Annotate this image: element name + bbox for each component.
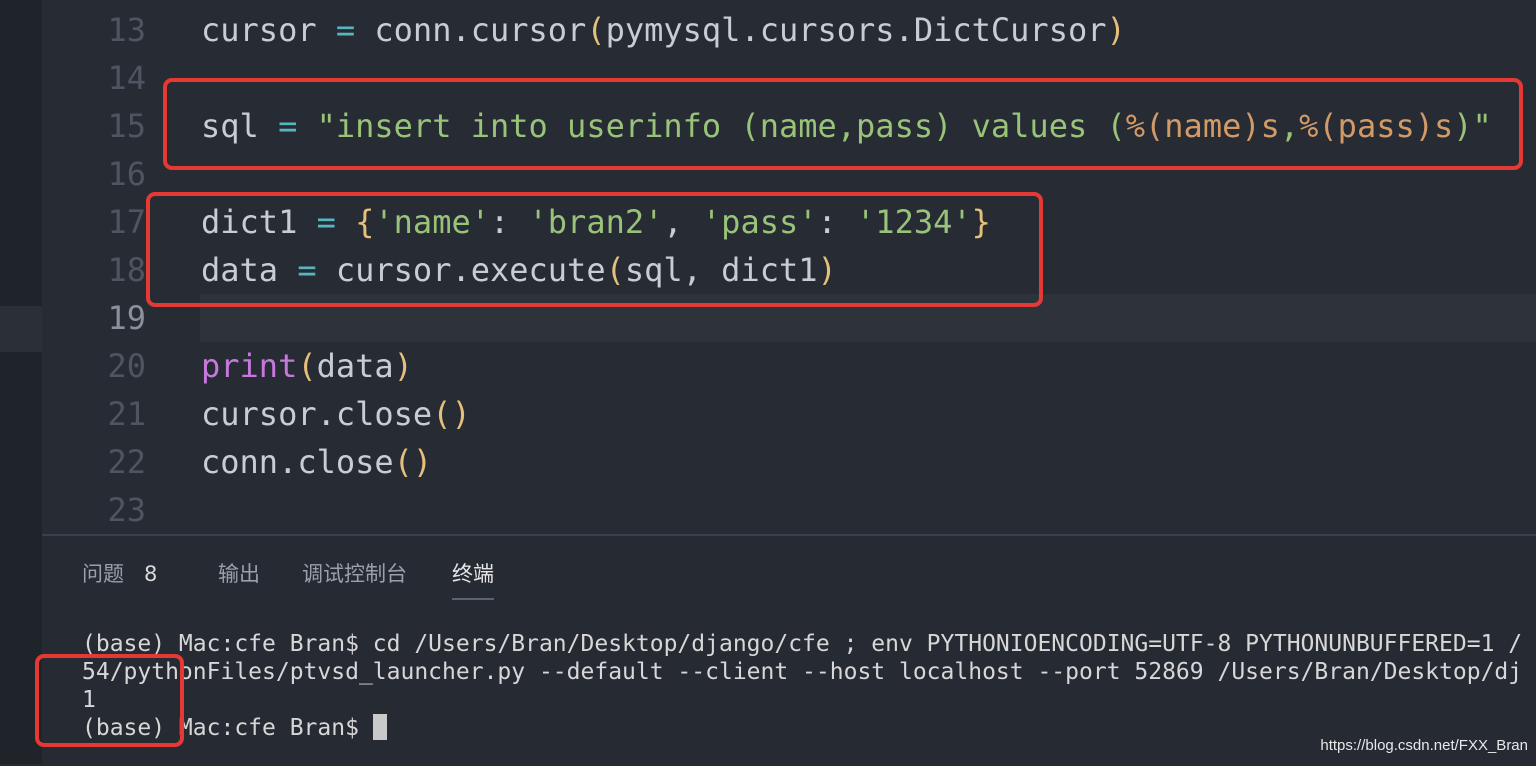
terminal-cursor [372, 714, 387, 740]
code-token: ) [451, 395, 471, 433]
activity-strip [0, 0, 42, 764]
annotation-box-output [35, 654, 184, 747]
terminal-line: (base) Mac:cfe Bran$ cd /Users/Bran/Desk… [82, 631, 1523, 657]
line-number: 17 [107, 203, 146, 241]
line-number: 21 [107, 395, 146, 433]
code-line[interactable]: 22 conn.close() [42, 438, 1536, 486]
code-line[interactable]: 13 cursor = conn.cursor(pymysql.cursors.D… [42, 6, 1536, 54]
line-number: 14 [107, 59, 146, 97]
tab-debug-console[interactable]: 调试控制台 [302, 558, 407, 590]
code-text: cursor = conn.cursor(pymysql.cursors.Dic… [201, 6, 1126, 54]
code-line[interactable]: 23 [42, 486, 1536, 534]
tab-terminal[interactable]: 终端 [452, 558, 494, 600]
code-token: ( [297, 347, 317, 385]
code-token: data [316, 347, 394, 385]
line-number: 22 [107, 443, 146, 481]
line-number: 19 [107, 299, 146, 337]
code-line[interactable]: 21 cursor.close() [42, 390, 1536, 438]
bottom-panel: 问题 8 输出 调试控制台 终端 (base) Mac:cfe Bran$ cd … [42, 534, 1536, 766]
tab-terminal-label: 终端 [452, 562, 494, 586]
problems-count-badge: 8 [144, 562, 158, 586]
code-token: cursor [201, 11, 317, 49]
code-token: ( [586, 11, 606, 49]
code-token: ( [393, 443, 413, 481]
code-token: ) [393, 347, 413, 385]
tab-problems[interactable]: 问题 8 [82, 558, 157, 590]
tab-debug-console-label: 调试控制台 [302, 562, 407, 586]
code-token: print [201, 347, 298, 385]
code-token: = [335, 11, 356, 49]
code-token: conn.cursor [355, 11, 587, 49]
code-text: conn.close() [201, 438, 432, 486]
terminal-line: 54/pythonFiles/ptvsd_launcher.py --defau… [82, 659, 1523, 685]
code-token: ) [412, 443, 433, 481]
code-line[interactable]: 20 print(data) [42, 342, 1536, 390]
code-text: cursor.close() [201, 390, 471, 438]
tab-output[interactable]: 输出 [218, 558, 260, 590]
tab-problems-label: 问题 [82, 562, 124, 586]
line-number: 15 [107, 107, 146, 145]
line-number: 20 [107, 347, 146, 385]
tab-output-label: 输出 [218, 562, 260, 586]
watermark: https://blog.csdn.net/FXX_Bran [1320, 737, 1528, 754]
annotation-box-dict-execute [146, 192, 1043, 307]
line-number: 18 [107, 251, 146, 289]
code-text: print(data) [201, 342, 413, 390]
code-token: pymysql.cursors.DictCursor [605, 11, 1107, 49]
line-number: 23 [107, 491, 146, 529]
annotation-box-sql [163, 78, 1523, 170]
code-token: ( [432, 395, 452, 433]
activity-strip-highlight [0, 306, 42, 352]
terminal-output[interactable]: (base) Mac:cfe Bran$ cd /Users/Bran/Desk… [82, 630, 1536, 760]
code-token: conn.close [201, 443, 394, 481]
code-token: ) [1106, 11, 1126, 49]
line-number: 13 [107, 11, 146, 49]
code-token: cursor.close [201, 395, 433, 433]
line-number: 16 [107, 155, 146, 193]
